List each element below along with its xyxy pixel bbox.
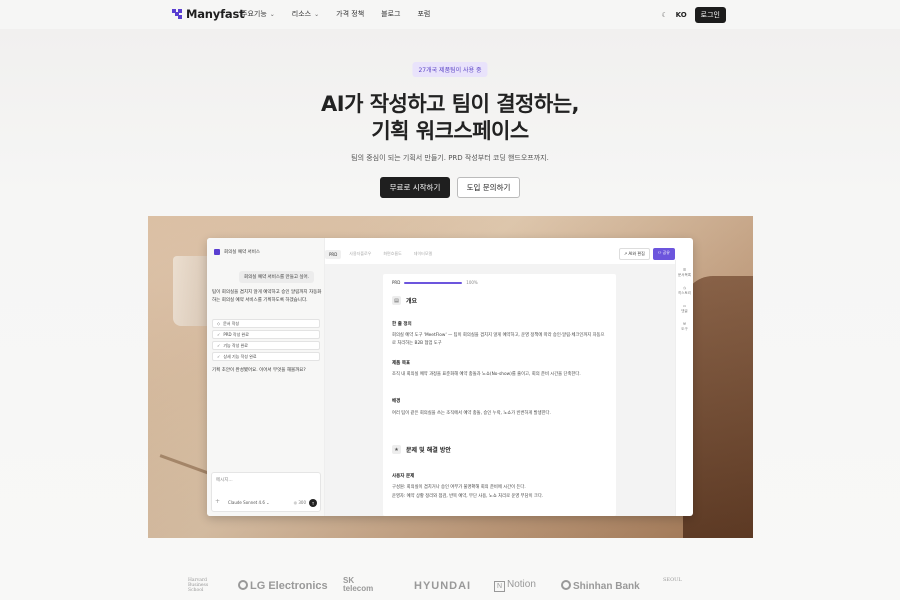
text-user-problem-2: 운영자: 예약 상황 정리와 점검, 반복 예약, 무단 사용, 노쇼 처리로 … xyxy=(392,494,544,499)
brand-name: Manyfast xyxy=(186,7,245,21)
token-count: ◎ 300 xyxy=(293,500,306,505)
nav-link-forum[interactable]: 포럼 xyxy=(417,9,430,19)
headline-line-2: 기획 워크스페이스 xyxy=(371,119,529,143)
ai-edit-button[interactable]: ↗ AI와 편집 xyxy=(618,248,650,260)
tab-prd[interactable]: PRD xyxy=(325,249,342,259)
heading-user-problem: 사용자 문제 xyxy=(392,474,415,479)
ai-question: 기획 초안이 완성됐어요. 이어서 무엇을 해볼까요? xyxy=(212,368,306,373)
login-button[interactable]: 로그인 xyxy=(694,7,726,23)
chevron-down-icon: ⌄ xyxy=(314,10,320,18)
hero-subline: 팀의 중심이 되는 기획서 만들기. PRD 작성부터 코딩 핸드오프까지. xyxy=(351,154,549,162)
task-step: ✓ 기능 작성 완료 xyxy=(212,341,320,350)
check-icon: ✓ xyxy=(217,343,221,348)
check-icon: ✓ xyxy=(217,354,221,359)
diamond-icon: ◇ xyxy=(217,321,221,326)
text-goal: 조직 내 회의실 예약 과정을 표준화해 예약 충돌과 노쇼(No-show)를… xyxy=(392,372,581,377)
prd-progress: PRD 100% xyxy=(392,280,478,285)
nav-link-resources[interactable]: 리소스 ⌄ xyxy=(292,9,319,19)
progress-fill xyxy=(404,281,463,284)
document-area: PRD 100% ▤ 개요 한 줄 정의 회의실 예약 도구 'MeetFlow… xyxy=(325,264,675,516)
star-icon: ★ xyxy=(392,445,401,454)
lg-icon xyxy=(238,580,248,590)
text-oneliner: 회의실 예약 도구 'MeetFlow' — 팀이 회의실을 겹치지 않게 예약… xyxy=(392,333,605,346)
right-rail: ☰ 문서목록 ◷ 히스토리 ▭ 댓글 ⚒ 도구 xyxy=(675,260,693,516)
send-icon[interactable]: ↑ xyxy=(309,499,317,507)
ai-message: 팀이 회의실을 겹치지 않게 예약하고 승인 알림까지 자동화하는 회의실 예약… xyxy=(212,290,322,303)
section-title-problem: ★ 문제 및 해결 방안 xyxy=(392,445,451,454)
shinhan-icon xyxy=(561,580,571,590)
rail-item-docs[interactable]: ☰ 문서목록 xyxy=(676,268,693,278)
notion-icon: N xyxy=(494,581,505,592)
share-button[interactable]: ⚇ 공유 xyxy=(652,248,675,260)
nav-link-pricing[interactable]: 가격 정책 xyxy=(336,9,364,19)
partner-logo-notion: N Notion xyxy=(494,579,536,592)
section-title-overview: ▤ 개요 xyxy=(392,296,417,305)
model-selector[interactable]: Claude Sonnet 4.6 ⌄ xyxy=(228,500,270,505)
app-mockup-window: 회의실 예약 서비스 회의실 예약 서비스를 만들고 싶어. 팀이 회의실을 겹… xyxy=(207,238,693,516)
app-logo-icon xyxy=(214,249,220,255)
user-message: 회의실 예약 서비스를 만들고 싶어. xyxy=(239,271,315,283)
heading-goal: 제품 목표 xyxy=(392,361,411,366)
top-nav: Manyfast 주요기능 ⌄ 리소스 ⌄ 가격 정책 블로그 포럼 ☾ KO 로그… xyxy=(0,0,900,29)
partner-logo-sk: SK telecom xyxy=(343,576,374,593)
heading-background: 배경 xyxy=(392,399,401,404)
rail-item-tools[interactable]: ⚒ 도구 xyxy=(676,322,693,332)
check-icon: ✓ xyxy=(217,332,221,337)
nav-link-features[interactable]: 주요기능 ⌄ xyxy=(241,9,275,19)
manyfast-logo-icon xyxy=(172,9,182,19)
chevron-down-icon: ⌄ xyxy=(269,10,275,18)
start-free-button[interactable]: 무료로 시작하기 xyxy=(380,177,450,198)
partner-logos: Harvard Business School LG Electronics S… xyxy=(0,574,900,600)
headline-line-1: AI가 작성하고 팀이 결정하는, xyxy=(321,92,580,116)
usage-badge: 27개국 제품팀이 사용 중 xyxy=(412,62,488,77)
chat-header: 회의실 예약 서비스 xyxy=(214,249,260,255)
partner-logo-lg: LG Electronics xyxy=(238,580,328,592)
language-switcher[interactable]: KO xyxy=(676,11,687,19)
tab-user-flow[interactable]: 사용자플로우 xyxy=(345,249,375,259)
brand-logo[interactable]: Manyfast xyxy=(172,7,245,21)
heading-oneliner: 한 줄 정의 xyxy=(392,322,412,327)
chat-title: 회의실 예약 서비스 xyxy=(224,250,260,255)
partner-logo-seoul: SEOUL xyxy=(663,577,682,583)
doc-actions: ↗ AI와 편집 ⚇ 공유 xyxy=(618,248,675,260)
plus-icon[interactable]: + xyxy=(215,498,220,505)
nav-link-blog[interactable]: 블로그 xyxy=(381,9,400,19)
task-steps: ◇ 문서 작성 ✓ PRD 작성 완료 ✓ 기능 작성 완료 ✓ 상세 기능 작성 완료 xyxy=(212,319,320,363)
task-step: ✓ PRD 작성 완료 xyxy=(212,330,320,339)
chat-input[interactable]: 메시지... + Claude Sonnet 4.6 ⌄ ◎ 300 ↑ xyxy=(211,472,321,512)
partner-logo-shinhan: Shinhan Bank xyxy=(561,580,640,592)
chat-input-placeholder: 메시지... xyxy=(216,478,233,483)
chat-panel: 회의실 예약 서비스 회의실 예약 서비스를 만들고 싶어. 팀이 회의실을 겹… xyxy=(207,238,325,516)
tab-data-model[interactable]: 데이터모델 xyxy=(410,249,436,259)
progress-bar xyxy=(404,281,463,284)
overview-card: PRD 100% ▤ 개요 한 줄 정의 회의실 예약 도구 'MeetFlow… xyxy=(383,274,616,440)
rail-item-history[interactable]: ◷ 히스토리 xyxy=(676,286,693,296)
text-user-problem-1: 구성원: 회의실이 겹치거나 승인 여부가 불명확해 회의 준비에 시간이 든다… xyxy=(392,485,526,490)
tab-screen-flow[interactable]: 화면흐름도 xyxy=(379,249,405,259)
nav-links: 주요기능 ⌄ 리소스 ⌄ 가격 정책 블로그 포럼 xyxy=(241,9,447,19)
contact-sales-button[interactable]: 도입 문의하기 xyxy=(457,177,520,198)
task-step: ✓ 상세 기능 작성 완료 xyxy=(212,352,320,361)
problem-card: ★ 문제 및 해결 방안 사용자 문제 구성원: 회의실이 겹치거나 승인 여부… xyxy=(383,437,616,516)
rail-item-comments[interactable]: ▭ 댓글 xyxy=(676,304,693,314)
text-background: 여러 팀이 같은 회의실을 쓰는 조직에서 예약 충돌, 승인 누락, 노쇼가 … xyxy=(392,411,551,416)
partner-logo-hyundai: HYUNDAI xyxy=(414,580,472,592)
nav-right: ☾ KO 로그인 xyxy=(661,7,726,23)
task-step: ◇ 문서 작성 xyxy=(212,319,320,328)
theme-toggle-icon[interactable]: ☾ xyxy=(661,11,667,19)
doc-tabs: PRD 사용자플로우 화면흐름도 데이터모델 xyxy=(325,249,436,259)
partner-logo-harvard: Harvard Business School xyxy=(188,578,209,593)
document-icon: ▤ xyxy=(392,296,401,305)
